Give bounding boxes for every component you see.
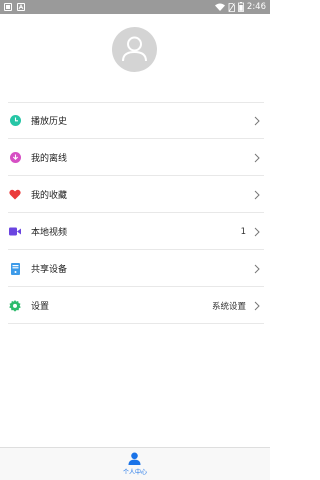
nav-tab-label: 个人中心 (122, 469, 147, 476)
nav-tab-profile[interactable]: 个人中心 (123, 452, 147, 476)
status-bar: 2:46 (0, 0, 270, 14)
chevron-right-icon (254, 264, 260, 273)
menu-item-value: 系统设置 (211, 301, 246, 312)
menu-item-label: 共享设备 (31, 265, 68, 275)
person-icon (128, 452, 141, 465)
menu-item-local-video[interactable]: 本地视频 1 (0, 213, 270, 250)
chevron-right-icon (254, 153, 260, 162)
download-icon (9, 152, 21, 164)
menu-item-label: 我的收藏 (31, 191, 68, 201)
video-camera-icon (9, 226, 21, 238)
device-icon (9, 262, 21, 275)
wifi-icon (214, 3, 225, 11)
menu-item-label: 我的离线 (31, 154, 68, 164)
chevron-right-icon (254, 116, 260, 125)
menu-item-label: 播放历史 (31, 117, 68, 127)
chevron-right-icon (254, 190, 260, 199)
menu-item-favorites[interactable]: 我的收藏 (0, 176, 270, 213)
battery-icon (238, 2, 244, 12)
menu-item-shared-devices[interactable]: 共享设备 (0, 250, 270, 287)
menu-list: 播放历史 我的离线 我的收藏 本地视频 1 共享设备 设置 系统设置 (0, 102, 270, 324)
sim-icon (4, 3, 12, 11)
status-time: 2:46 (246, 2, 266, 12)
clock-icon (9, 115, 21, 127)
menu-item-settings[interactable]: 设置 系统设置 (0, 287, 270, 324)
no-sim-icon (228, 2, 235, 12)
menu-item-value: 1 (240, 226, 246, 237)
avatar[interactable] (112, 27, 157, 72)
menu-item-history[interactable]: 播放历史 (0, 102, 270, 139)
chevron-right-icon (254, 227, 260, 236)
gear-icon (9, 299, 21, 312)
menu-item-label: 设置 (31, 302, 50, 312)
notification-a-icon (17, 3, 25, 11)
heart-icon (9, 189, 21, 201)
menu-item-offline[interactable]: 我的离线 (0, 139, 270, 176)
menu-item-label: 本地视频 (31, 228, 68, 238)
bottom-nav: 个人中心 (0, 447, 270, 480)
person-icon (122, 36, 147, 62)
chevron-right-icon (254, 301, 260, 310)
